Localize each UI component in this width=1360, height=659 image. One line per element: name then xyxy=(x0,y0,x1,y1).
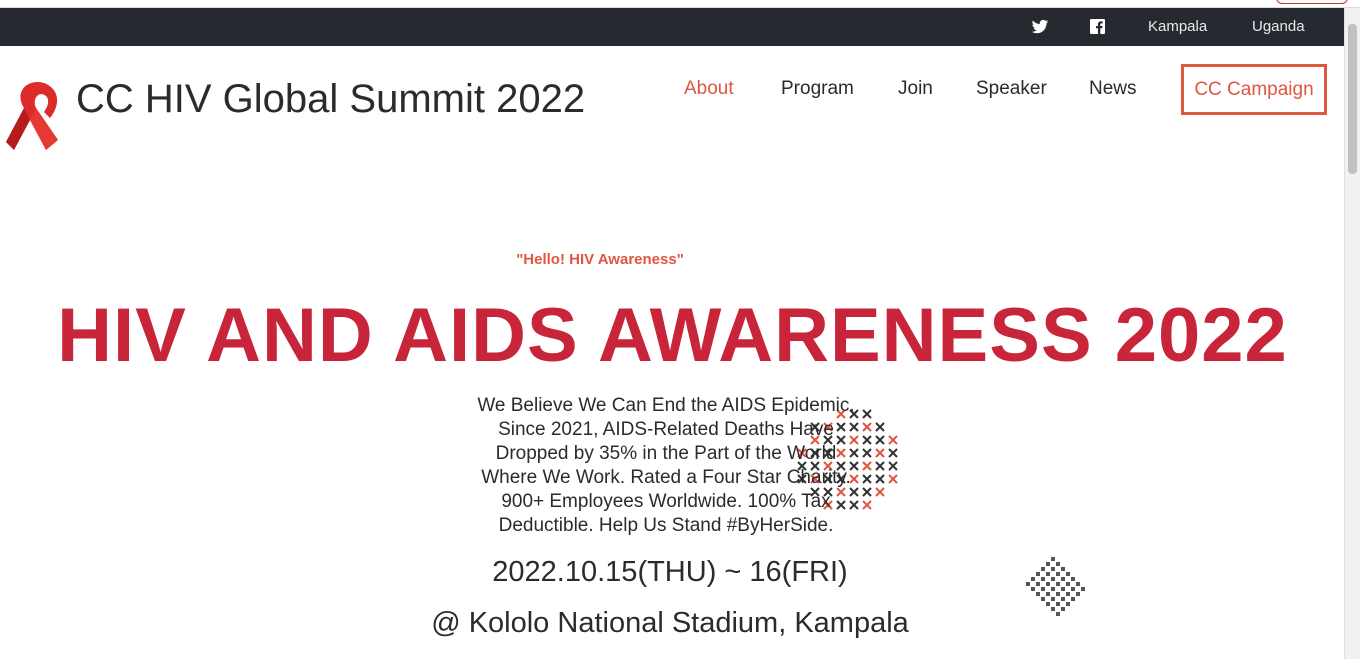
hero-headline: HIV AND AIDS AWARENESS 2022 xyxy=(57,293,1288,378)
cc-campaign-button[interactable]: CC Campaign xyxy=(1181,64,1327,115)
hero-tagline: "Hello! HIV Awareness" xyxy=(516,251,684,268)
browser-edge xyxy=(0,0,1360,8)
nav-speaker[interactable]: Speaker xyxy=(976,78,1047,100)
event-venue: @ Kololo National Stadium, Kampala xyxy=(431,607,909,639)
nav-about[interactable]: About xyxy=(684,78,734,100)
scrollbar-thumb[interactable] xyxy=(1348,24,1357,174)
hero-description: We Believe We Can End the AIDS Epidemic.… xyxy=(477,395,855,536)
red-ribbon-icon[interactable] xyxy=(0,76,80,156)
top-bar: Kampala Uganda xyxy=(0,8,1345,46)
vertical-scrollbar[interactable] xyxy=(1344,8,1360,659)
nav-join[interactable]: Join xyxy=(898,78,933,100)
topbar-link-uganda[interactable]: Uganda xyxy=(1252,18,1305,35)
page: Kampala Uganda CC HIV Global Summit 2022… xyxy=(0,0,1360,659)
nav-news[interactable]: News xyxy=(1089,78,1137,100)
event-dates: 2022.10.15(THU) ~ 16(FRI) xyxy=(492,556,848,588)
topbar-link-kampala[interactable]: Kampala xyxy=(1148,18,1207,35)
twitter-icon[interactable] xyxy=(1031,18,1049,36)
nav-program[interactable]: Program xyxy=(781,78,854,100)
facebook-icon[interactable] xyxy=(1090,19,1105,34)
browser-tab-edge xyxy=(1276,0,1348,4)
site-title[interactable]: CC HIV Global Summit 2022 xyxy=(76,77,585,122)
